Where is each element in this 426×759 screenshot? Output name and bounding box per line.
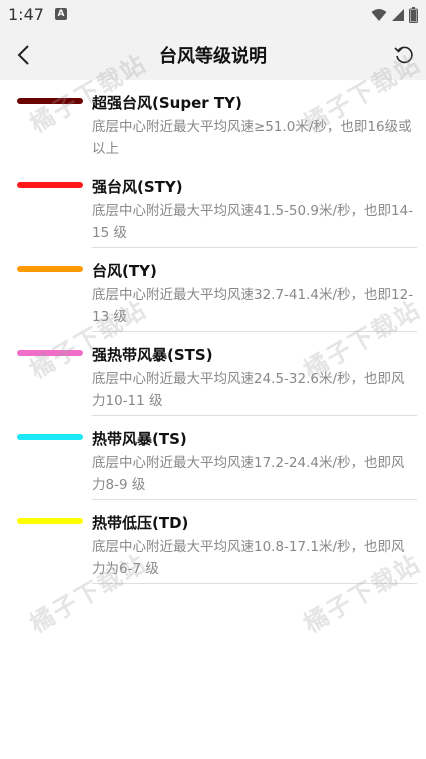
level-color-line: [17, 518, 83, 524]
refresh-button[interactable]: [390, 40, 418, 68]
notification-icon: A: [55, 8, 67, 20]
status-bar: 1:47 A: [0, 0, 426, 30]
level-item-ty: 台风(TY) 底层中心附近最大平均风速32.7-41.4米/秒，也即12-13 …: [0, 248, 426, 332]
level-description: 底层中心附近最大平均风速41.5-50.9米/秒，也即14-15 级: [92, 203, 414, 241]
level-item-super-ty: 超强台风(Super TY) 底层中心附近最大平均风速≥51.0米/秒，也即16…: [0, 80, 426, 164]
app-header: 台风等级说明: [0, 30, 426, 80]
level-description: 底层中心附近最大平均风速24.5-32.6米/秒，也即风力10-11 级: [92, 371, 405, 409]
signal-icon: [392, 9, 404, 21]
refresh-icon: [394, 46, 413, 64]
level-item-sty: 强台风(STY) 底层中心附近最大平均风速41.5-50.9米/秒，也即14-1…: [0, 164, 426, 248]
level-title: 热带低压(TD): [92, 514, 189, 532]
divider: [92, 583, 417, 584]
level-description: 底层中心附近最大平均风速32.7-41.4米/秒，也即12-13 级: [92, 287, 414, 325]
status-time: 1:47: [8, 5, 44, 24]
level-color-line: [17, 266, 83, 272]
level-title: 强台风(STY): [92, 178, 183, 196]
level-description: 底层中心附近最大平均风速17.2-24.4米/秒，也即风力8-9 级: [92, 455, 405, 493]
level-item-td: 热带低压(TD) 底层中心附近最大平均风速10.8-17.1米/秒，也即风力为6…: [0, 500, 426, 584]
level-color-line: [17, 434, 83, 440]
page-title: 台风等级说明: [159, 46, 267, 67]
level-title: 超强台风(Super TY): [92, 94, 242, 112]
level-item-ts: 热带风暴(TS) 底层中心附近最大平均风速17.2-24.4米/秒，也即风力8-…: [0, 416, 426, 500]
level-color-line: [17, 98, 83, 104]
typhoon-level-list: 超强台风(Super TY) 底层中心附近最大平均风速≥51.0米/秒，也即16…: [0, 80, 426, 584]
battery-icon: [409, 7, 418, 23]
level-description: 底层中心附近最大平均风速≥51.0米/秒，也即16级或以上: [92, 119, 412, 157]
level-description: 底层中心附近最大平均风速10.8-17.1米/秒，也即风力为6-7 级: [92, 539, 405, 577]
status-icons: [371, 6, 418, 24]
level-title: 强热带风暴(STS): [92, 346, 213, 364]
level-color-line: [17, 182, 83, 188]
level-item-sts: 强热带风暴(STS) 底层中心附近最大平均风速24.5-32.6米/秒，也即风力…: [0, 332, 426, 416]
level-color-line: [17, 350, 83, 356]
level-title: 台风(TY): [92, 262, 157, 280]
level-title: 热带风暴(TS): [92, 430, 187, 448]
wifi-icon: [371, 9, 387, 21]
